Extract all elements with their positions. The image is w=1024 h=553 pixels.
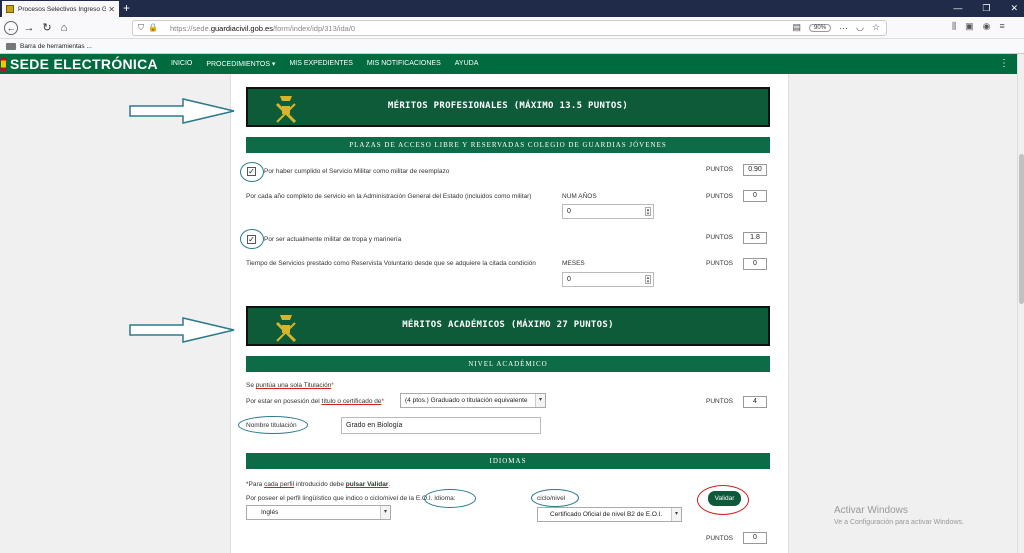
servicio-militar-label: Por haber cumplido el Servicio Militar c… bbox=[264, 168, 450, 175]
more-actions-icon[interactable]: ··· bbox=[839, 23, 848, 33]
puntos-label: PUNTOS bbox=[706, 535, 733, 542]
spinner-icon[interactable]: ▴ ▾ bbox=[645, 275, 651, 285]
home-icon[interactable]: ⌂ bbox=[57, 21, 71, 35]
nombre-titulacion-label: Nombre titulación bbox=[246, 422, 297, 429]
annotation-arrow-icon bbox=[129, 98, 235, 124]
anios-servicio-label: Por cada año completo de servicio en la … bbox=[246, 193, 532, 200]
pocket-icon[interactable]: ◡ bbox=[856, 22, 864, 33]
library-icon[interactable]: ⫼ bbox=[952, 21, 956, 32]
bookmarks-folder[interactable]: Barra de herramientas ... bbox=[20, 43, 92, 50]
windows-activation-subtitle: Ve a Configuración para activar Windows. bbox=[834, 519, 964, 526]
ciclo-nivel-label: ciclo/nivel bbox=[537, 495, 566, 502]
site-brand[interactable]: SEDE ELECTRÓNICA bbox=[10, 56, 158, 72]
menu-inicio[interactable]: INICIO bbox=[171, 60, 192, 68]
meses-input[interactable]: 0 ▴ ▾ bbox=[562, 272, 654, 287]
folder-icon bbox=[6, 42, 16, 50]
validar-note: *Para cada perfil introducido debe pulsa… bbox=[246, 481, 391, 488]
close-window-icon[interactable]: ✕ bbox=[1010, 1, 1018, 15]
puntos-label: PUNTOS bbox=[706, 234, 733, 241]
chevron-down-icon: ▾ bbox=[535, 394, 545, 407]
subsection-title: IDIOMAS bbox=[246, 453, 770, 469]
section-title: MÉRITOS PROFESIONALES (MÁXIMO 13.5 PUNTO… bbox=[387, 101, 629, 111]
url-prefix: https://sede. bbox=[169, 23, 211, 33]
menu-ayuda[interactable]: AYUDA bbox=[455, 60, 479, 68]
tab-title: Procesos Selectivos Ingreso GC bbox=[18, 5, 107, 13]
ciclo-nivel-selected: Certificado Oficial de nivel B2 de E.O.I… bbox=[550, 511, 663, 518]
sidebar-icon[interactable]: ▣ bbox=[965, 21, 974, 32]
reload-icon[interactable]: ↻ bbox=[40, 21, 54, 35]
url-host: guardiacivil.gob.es bbox=[210, 23, 273, 33]
militar-tropa-label: Por ser actualmente militar de tropa y m… bbox=[264, 236, 402, 243]
num-anios-input[interactable]: 0 ▴ ▾ bbox=[562, 204, 654, 219]
num-anios-label: NUM AÑOS bbox=[562, 193, 597, 200]
subsection-title: NIVEL ACADÉMICO bbox=[246, 356, 770, 372]
new-tab-icon[interactable]: + bbox=[123, 1, 130, 15]
puntos-idiomas: 0 bbox=[743, 532, 767, 544]
windows-activation-watermark: Activar Windows bbox=[834, 505, 908, 516]
menu-icon[interactable]: ≡ bbox=[1000, 21, 1005, 32]
puntos-reservista: 0 bbox=[743, 258, 767, 270]
reservista-label: Tiempo de Servicios prestado como Reserv… bbox=[246, 260, 536, 267]
meses-label: MESES bbox=[562, 260, 585, 267]
puntos-servicio-militar: 0.90 bbox=[743, 164, 767, 176]
posesion-titulo-label: Por estar en posesión del título o certi… bbox=[246, 398, 385, 405]
ciclo-nivel-select[interactable]: Certificado Oficial de nivel B2 de E.O.I… bbox=[537, 507, 682, 522]
menu-mis-expedientes[interactable]: MIS EXPEDIENTES bbox=[289, 60, 352, 68]
flag-icon bbox=[1, 57, 6, 71]
annotation-arrow-icon bbox=[129, 317, 235, 343]
subsection-title: PLAZAS DE ACCESO LIBRE Y RESERVADAS COLE… bbox=[246, 137, 770, 153]
puntos-anios-servicio: 0 bbox=[743, 190, 767, 202]
puntos-label: PUNTOS bbox=[706, 166, 733, 173]
section-banner-profesionales: MÉRITOS PROFESIONALES (MÁXIMO 13.5 PUNTO… bbox=[246, 87, 770, 127]
titulacion-selected: (4 ptos.) Graduado o titulación equivale… bbox=[405, 397, 528, 404]
militar-tropa-checkbox[interactable]: ✓ bbox=[247, 235, 256, 244]
bookmarks-bar: Barra de herramientas ... bbox=[0, 39, 1024, 54]
puntos-titulacion: 4 bbox=[743, 396, 767, 408]
site-header: SEDE ELECTRÓNICA INICIO PROCEDIMIENTOS ▾… bbox=[0, 54, 1017, 74]
menu-mis-notificaciones[interactable]: MIS NOTIFICACIONES bbox=[367, 60, 441, 68]
idioma-select[interactable]: Inglés ▾ bbox=[246, 505, 391, 520]
menu-procedimientos[interactable]: PROCEDIMIENTOS ▾ bbox=[206, 60, 275, 68]
servicio-militar-checkbox[interactable]: ✓ bbox=[247, 167, 256, 176]
puntos-label: PUNTOS bbox=[706, 193, 733, 200]
bookmark-star-icon[interactable]: ☆ bbox=[872, 22, 880, 33]
una-titulacion-note: Se puntúa una sola Titulación* bbox=[246, 382, 334, 389]
browser-tab[interactable]: Procesos Selectivos Ingreso GC ✕ bbox=[2, 1, 119, 17]
idioma-selected: Inglés bbox=[261, 509, 279, 516]
url-bar[interactable]: ⛉🔒 https://sede. guardiacivil.gob.es/form… bbox=[132, 20, 887, 36]
main-menu: INICIO PROCEDIMIENTOS ▾ MIS EXPEDIENTES … bbox=[171, 60, 492, 68]
spinner-icon[interactable]: ▴ ▾ bbox=[645, 207, 651, 217]
restore-icon[interactable]: ❐ bbox=[982, 1, 990, 15]
forward-icon[interactable]: → bbox=[22, 21, 36, 35]
reader-view-icon[interactable]: ▤ bbox=[793, 22, 802, 33]
page-background bbox=[0, 74, 230, 553]
zoom-level[interactable]: 90% bbox=[809, 23, 832, 32]
num-anios-value: 0 bbox=[567, 208, 571, 215]
page-scrollbar[interactable] bbox=[1017, 54, 1024, 553]
puntos-label: PUNTOS bbox=[706, 398, 733, 405]
minimize-icon[interactable]: — bbox=[953, 1, 962, 15]
browser-navbar: ← → ↻ ⌂ ⛉🔒 https://sede. guardiacivil.gob… bbox=[0, 17, 1024, 39]
puntos-militar-tropa: 1.8 bbox=[743, 232, 767, 244]
section-title: MÉRITOS ACADÉMICOS (MÁXIMO 27 PUNTOS) bbox=[402, 320, 614, 330]
section-banner-academicos: MÉRITOS ACADÉMICOS (MÁXIMO 27 PUNTOS) bbox=[246, 306, 770, 346]
window-controls: — ❐ ✕ bbox=[953, 1, 1018, 15]
meses-value: 0 bbox=[567, 276, 571, 283]
account-icon[interactable]: ◉ bbox=[983, 21, 991, 32]
url-path: /form/index/idp/313/ida/0 bbox=[272, 23, 356, 33]
site-favicon-icon bbox=[6, 5, 14, 13]
close-tab-icon[interactable]: ✕ bbox=[108, 5, 115, 14]
kebab-menu-icon[interactable]: ⋮ bbox=[999, 58, 1009, 69]
annotation-circle bbox=[424, 489, 476, 508]
puntos-label: PUNTOS bbox=[706, 260, 733, 267]
nombre-titulacion-input[interactable]: Grado en Biología bbox=[341, 417, 541, 434]
validar-button[interactable]: Validar bbox=[708, 491, 741, 506]
scrollbar-thumb[interactable] bbox=[1019, 154, 1024, 304]
titulacion-select[interactable]: (4 ptos.) Graduado o titulación equivale… bbox=[400, 393, 546, 408]
chevron-down-icon: ▾ bbox=[671, 508, 681, 521]
chevron-down-icon: ▾ bbox=[380, 506, 390, 519]
browser-titlebar: Procesos Selectivos Ingreso GC ✕ + — ❐ ✕ bbox=[0, 0, 1024, 17]
shield-lock-icon[interactable]: ⛉🔒 bbox=[138, 23, 162, 33]
back-icon[interactable]: ← bbox=[4, 21, 18, 35]
